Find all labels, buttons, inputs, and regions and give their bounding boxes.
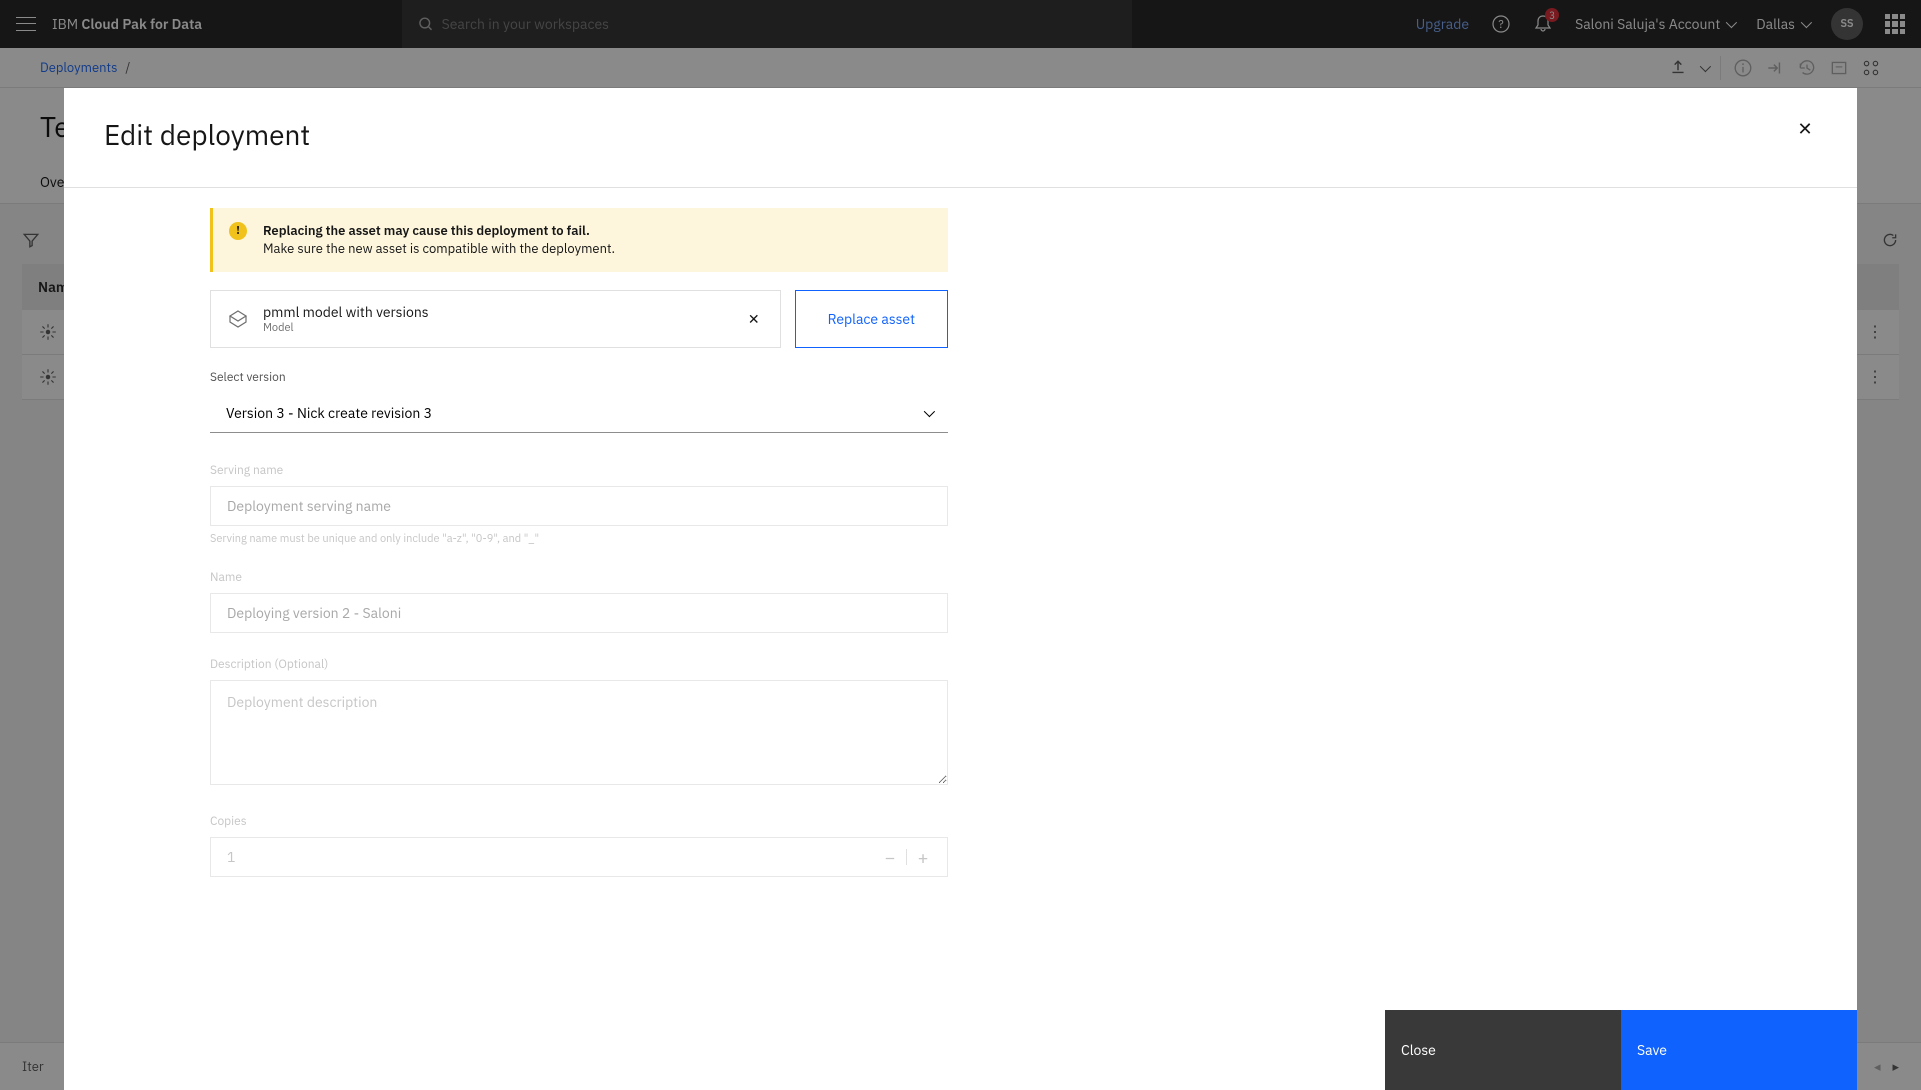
replace-asset-button[interactable]: Replace asset xyxy=(795,290,948,348)
name-label: Name xyxy=(210,570,948,585)
asset-card: pmml model with versions Model ✕ xyxy=(210,290,781,348)
serving-name-label: Serving name xyxy=(210,463,948,478)
version-label: Select version xyxy=(210,370,948,385)
serving-name-input xyxy=(210,486,948,526)
description-input xyxy=(210,680,948,785)
copies-value xyxy=(211,848,874,866)
copies-label: Copies xyxy=(210,814,948,829)
asset-row: pmml model with versions Model ✕ Replace… xyxy=(210,290,948,348)
name-input xyxy=(210,593,948,633)
modal-footer: Close Save xyxy=(64,1010,1857,1090)
version-dropdown[interactable]: Version 3 - Nick create revision 3 xyxy=(210,393,948,433)
model-icon xyxy=(227,308,249,330)
copies-input: − + xyxy=(210,837,948,877)
asset-type: Model xyxy=(263,321,730,335)
modal-title: Edit deployment xyxy=(104,116,310,153)
decrement-button[interactable]: − xyxy=(874,841,906,873)
save-button[interactable]: Save xyxy=(1621,1010,1857,1090)
warning-banner: ! Replacing the asset may cause this dep… xyxy=(210,208,948,272)
warning-title: Replacing the asset may cause this deplo… xyxy=(263,222,615,240)
modal-header: Edit deployment ✕ xyxy=(64,88,1857,188)
chevron-down-icon xyxy=(924,406,935,417)
close-button[interactable]: Close xyxy=(1385,1010,1621,1090)
description-label: Description (Optional) xyxy=(210,657,948,672)
modal-overlay: Edit deployment ✕ ! Replacing the asset … xyxy=(0,0,1921,1090)
remove-asset-icon[interactable]: ✕ xyxy=(744,306,764,332)
warning-icon: ! xyxy=(229,222,247,240)
warning-body: Make sure the new asset is compatible wi… xyxy=(263,240,615,258)
serving-helper: Serving name must be unique and only inc… xyxy=(210,532,948,546)
version-value: Version 3 - Nick create revision 3 xyxy=(226,404,432,422)
increment-button[interactable]: + xyxy=(907,841,939,873)
edit-deployment-modal: Edit deployment ✕ ! Replacing the asset … xyxy=(64,88,1857,1090)
close-icon[interactable]: ✕ xyxy=(1793,116,1817,140)
modal-body: ! Replacing the asset may cause this dep… xyxy=(64,188,1857,1010)
asset-name: pmml model with versions xyxy=(263,303,730,321)
